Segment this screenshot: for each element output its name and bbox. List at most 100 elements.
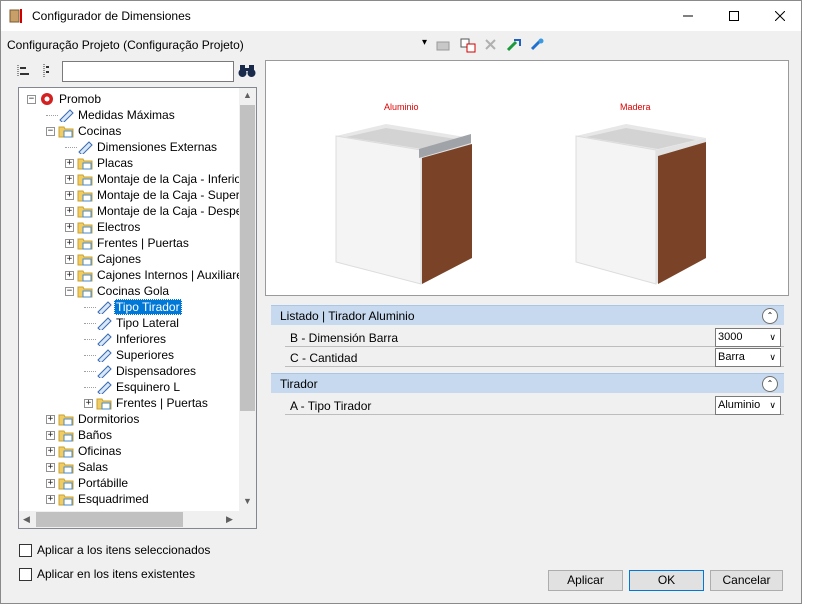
- expand-icon[interactable]: +: [65, 270, 74, 280]
- horizontal-scroll-thumb[interactable]: [36, 512, 183, 527]
- vertical-scroll-thumb[interactable]: [240, 105, 255, 411]
- checkbox-box[interactable]: [19, 543, 32, 557]
- group-title: Tirador: [280, 377, 318, 391]
- expand-icon[interactable]: +: [46, 430, 55, 440]
- binoculars-icon[interactable]: [238, 64, 256, 78]
- folder-icon: [58, 126, 74, 138]
- scroll-right-icon[interactable]: ▶: [226, 514, 233, 525]
- group-header-tirador[interactable]: Tirador ⌃: [271, 373, 784, 393]
- folder-icon: [58, 430, 74, 442]
- window-title: Configurador de Dimensiones: [32, 9, 191, 23]
- collapse-icon[interactable]: ⌃: [762, 308, 778, 324]
- property-label: B - Dimensión Barra: [290, 331, 399, 345]
- expand-icon[interactable]: +: [65, 206, 74, 216]
- tree-item-label: Montaje de la Caja - Despens: [97, 204, 256, 218]
- tree-item[interactable]: Tipo Tirador: [84, 299, 182, 315]
- tree-item[interactable]: Dimensiones Externas: [65, 139, 219, 155]
- cancel-button[interactable]: Cancelar: [710, 570, 783, 591]
- tree-item[interactable]: Dispensadores: [84, 363, 198, 379]
- tree-item[interactable]: + Dormitorios: [46, 411, 141, 427]
- delete-icon[interactable]: [482, 37, 500, 53]
- tree-item[interactable]: + Electros: [65, 219, 142, 235]
- apply-button[interactable]: Aplicar: [548, 570, 623, 591]
- export-icon[interactable]: [528, 37, 546, 53]
- checkbox-label: Aplicar en los itens existentes: [37, 567, 196, 581]
- expand-icon[interactable]: +: [65, 190, 74, 200]
- tree-item[interactable]: Esquinero L: [84, 379, 182, 395]
- group-title: Listado | Tirador Aluminio: [280, 309, 415, 323]
- tree-item-label: Tipo Lateral: [116, 316, 179, 330]
- tree-item[interactable]: + Cajones Internos | Auxiliares: [65, 267, 251, 283]
- expand-icon[interactable]: +: [65, 254, 74, 264]
- expand-icon[interactable]: +: [46, 414, 55, 424]
- tree-item[interactable]: Tipo Lateral: [84, 315, 181, 331]
- apply-selected-checkbox[interactable]: Aplicar a los itens seleccionados: [19, 543, 210, 557]
- collapse-icon[interactable]: −: [27, 94, 36, 104]
- collapse-all-icon[interactable]: [39, 63, 55, 79]
- tree-item[interactable]: + Montaje de la Caja - Despens: [65, 203, 256, 219]
- tree-item-label: Salas: [78, 460, 109, 474]
- maximize-button[interactable]: [711, 1, 757, 31]
- scroll-up-icon[interactable]: ▲: [243, 90, 252, 100]
- tree-item[interactable]: + Esquadrimed: [46, 491, 151, 507]
- checkbox-box[interactable]: [19, 567, 32, 581]
- expand-icon[interactable]: +: [65, 174, 74, 184]
- tree-item-label: Baños: [78, 428, 113, 442]
- tree-item[interactable]: + Frentes | Puertas: [84, 395, 210, 411]
- expand-icon[interactable]: +: [46, 478, 55, 488]
- expand-icon[interactable]: +: [84, 398, 93, 408]
- expand-icon[interactable]: +: [65, 222, 74, 232]
- minimize-button[interactable]: [665, 1, 711, 31]
- tree-item[interactable]: + Oficinas: [46, 443, 123, 459]
- tree-search-input[interactable]: [62, 61, 234, 82]
- edit-config-icon[interactable]: [435, 37, 453, 53]
- configuration-tree[interactable]: − Promob Medidas Máximas − Cocinas Dimensione…: [18, 87, 257, 529]
- expand-all-icon[interactable]: [15, 63, 31, 79]
- tree-item[interactable]: + Placas: [65, 155, 135, 171]
- dimension-barra-select[interactable]: 3000 ∨: [715, 328, 781, 347]
- ok-button[interactable]: OK: [629, 570, 704, 591]
- expand-icon[interactable]: +: [46, 462, 55, 472]
- folder-icon: [77, 286, 93, 298]
- tree-item[interactable]: − Promob: [27, 91, 103, 107]
- tree-item[interactable]: + Salas: [46, 459, 110, 475]
- tree-horizontal-scrollbar[interactable]: ◀ ▶: [19, 511, 240, 528]
- dimension-item-icon: [97, 349, 112, 362]
- tree-item-label: Montaje de la Caja - Superior: [97, 188, 254, 202]
- dropdown-arrow-icon[interactable]: ▾: [422, 37, 427, 48]
- expand-icon[interactable]: +: [46, 494, 55, 504]
- expand-icon[interactable]: +: [65, 158, 74, 168]
- tree-item[interactable]: + Cajones: [65, 251, 143, 267]
- tree-item[interactable]: + Portábille: [46, 475, 130, 491]
- tree-item[interactable]: Inferiores: [84, 331, 168, 347]
- import-icon[interactable]: [505, 37, 523, 53]
- cabinet-madera-image: [575, 124, 706, 285]
- expand-icon[interactable]: +: [46, 446, 55, 456]
- folder-icon: [58, 446, 74, 458]
- tree-item[interactable]: + Baños: [46, 427, 114, 443]
- collapse-icon[interactable]: ⌃: [762, 376, 778, 392]
- tree-item[interactable]: + Montaje de la Caja - Inferior: [65, 171, 247, 187]
- property-row-tipo-tirador: A - Tipo Tirador Aluminio ∨: [285, 395, 784, 415]
- group-header-listado[interactable]: Listado | Tirador Aluminio ⌃: [271, 305, 784, 325]
- collapse-icon[interactable]: −: [46, 126, 55, 136]
- expand-icon[interactable]: +: [65, 238, 74, 248]
- scroll-left-icon[interactable]: ◀: [23, 514, 30, 525]
- tree-item[interactable]: + Montaje de la Caja - Superior: [65, 187, 255, 203]
- tree-item[interactable]: + Frentes | Puertas: [65, 235, 191, 251]
- cantidad-select[interactable]: Barra ∨: [715, 348, 781, 367]
- tipo-tirador-select[interactable]: Aluminio ∨: [715, 396, 781, 415]
- apply-existing-checkbox[interactable]: Aplicar en los itens existentes: [19, 567, 195, 581]
- paste-config-icon[interactable]: [459, 37, 477, 53]
- close-button[interactable]: [757, 1, 803, 31]
- tree-item[interactable]: Superiores: [84, 347, 176, 363]
- configuration-selector[interactable]: Configuração Projeto (Configuração Proje…: [7, 38, 244, 52]
- tree-item[interactable]: Medidas Máximas: [46, 107, 177, 123]
- scroll-down-icon[interactable]: ▼: [243, 496, 252, 506]
- collapse-icon[interactable]: −: [65, 286, 74, 296]
- tree-vertical-scrollbar[interactable]: ▲ ▼: [239, 88, 256, 511]
- tree-item[interactable]: − Cocinas Gola: [65, 283, 171, 299]
- tree-item-label: Dormitorios: [78, 412, 140, 426]
- folder-icon: [58, 462, 74, 474]
- tree-item[interactable]: − Cocinas: [46, 123, 123, 139]
